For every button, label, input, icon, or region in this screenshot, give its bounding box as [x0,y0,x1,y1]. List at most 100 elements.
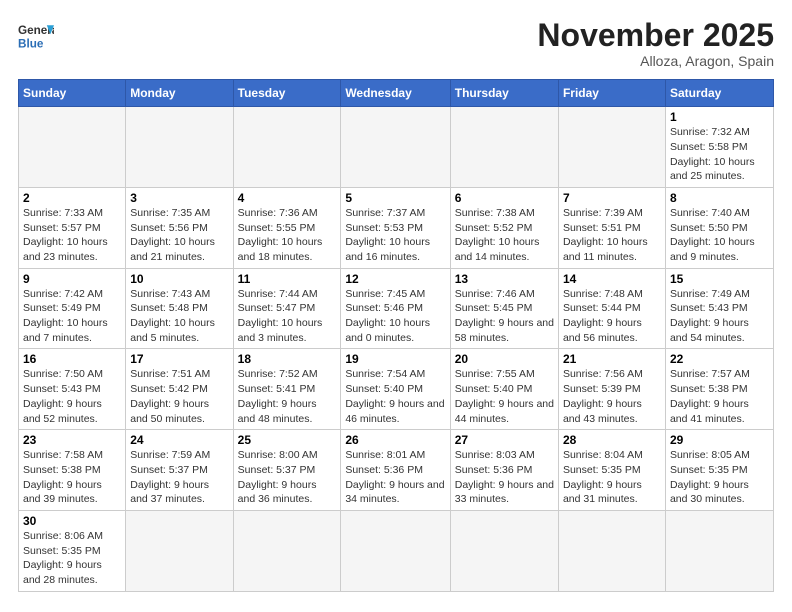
calendar-cell: 6Sunrise: 7:38 AM Sunset: 5:52 PM Daylig… [450,187,558,268]
calendar-cell: 21Sunrise: 7:56 AM Sunset: 5:39 PM Dayli… [558,349,665,430]
day-number: 2 [23,191,121,205]
day-info: Sunrise: 7:39 AM Sunset: 5:51 PM Dayligh… [563,206,661,265]
calendar-cell: 25Sunrise: 8:00 AM Sunset: 5:37 PM Dayli… [233,430,341,511]
calendar-cell [341,510,450,591]
title-block: November 2025 Alloza, Aragon, Spain [537,18,774,69]
calendar-cell: 11Sunrise: 7:44 AM Sunset: 5:47 PM Dayli… [233,268,341,349]
calendar-week-row: 30Sunrise: 8:06 AM Sunset: 5:35 PM Dayli… [19,510,774,591]
day-number: 4 [238,191,337,205]
day-number: 19 [345,352,445,366]
calendar-cell: 16Sunrise: 7:50 AM Sunset: 5:43 PM Dayli… [19,349,126,430]
calendar-cell: 7Sunrise: 7:39 AM Sunset: 5:51 PM Daylig… [558,187,665,268]
page: General Blue November 2025 Alloza, Arago… [0,0,792,612]
calendar-header-row: Sunday Monday Tuesday Wednesday Thursday… [19,80,774,107]
day-info: Sunrise: 7:36 AM Sunset: 5:55 PM Dayligh… [238,206,337,265]
day-number: 9 [23,272,121,286]
day-number: 21 [563,352,661,366]
calendar-cell [233,107,341,188]
day-number: 6 [455,191,554,205]
calendar-cell: 30Sunrise: 8:06 AM Sunset: 5:35 PM Dayli… [19,510,126,591]
calendar-cell [558,510,665,591]
day-info: Sunrise: 7:55 AM Sunset: 5:40 PM Dayligh… [455,367,554,426]
calendar-cell [450,510,558,591]
day-number: 14 [563,272,661,286]
calendar-cell [665,510,773,591]
day-info: Sunrise: 7:33 AM Sunset: 5:57 PM Dayligh… [23,206,121,265]
day-number: 27 [455,433,554,447]
calendar-cell: 24Sunrise: 7:59 AM Sunset: 5:37 PM Dayli… [126,430,233,511]
calendar-cell [450,107,558,188]
day-info: Sunrise: 7:32 AM Sunset: 5:58 PM Dayligh… [670,125,769,184]
day-number: 18 [238,352,337,366]
calendar-week-row: 2Sunrise: 7:33 AM Sunset: 5:57 PM Daylig… [19,187,774,268]
calendar-cell: 10Sunrise: 7:43 AM Sunset: 5:48 PM Dayli… [126,268,233,349]
calendar-week-row: 23Sunrise: 7:58 AM Sunset: 5:38 PM Dayli… [19,430,774,511]
day-number: 15 [670,272,769,286]
day-info: Sunrise: 8:04 AM Sunset: 5:35 PM Dayligh… [563,448,661,507]
calendar-week-row: 16Sunrise: 7:50 AM Sunset: 5:43 PM Dayli… [19,349,774,430]
calendar-subtitle: Alloza, Aragon, Spain [537,53,774,69]
day-number: 3 [130,191,228,205]
calendar-cell [558,107,665,188]
calendar-cell: 20Sunrise: 7:55 AM Sunset: 5:40 PM Dayli… [450,349,558,430]
day-number: 28 [563,433,661,447]
day-info: Sunrise: 7:48 AM Sunset: 5:44 PM Dayligh… [563,287,661,346]
day-number: 11 [238,272,337,286]
calendar-cell: 18Sunrise: 7:52 AM Sunset: 5:41 PM Dayli… [233,349,341,430]
day-number: 26 [345,433,445,447]
day-info: Sunrise: 7:43 AM Sunset: 5:48 PM Dayligh… [130,287,228,346]
day-number: 7 [563,191,661,205]
day-number: 10 [130,272,228,286]
calendar-cell [19,107,126,188]
day-info: Sunrise: 8:03 AM Sunset: 5:36 PM Dayligh… [455,448,554,507]
calendar-cell: 8Sunrise: 7:40 AM Sunset: 5:50 PM Daylig… [665,187,773,268]
header: General Blue November 2025 Alloza, Arago… [18,18,774,69]
col-saturday: Saturday [665,80,773,107]
day-info: Sunrise: 7:42 AM Sunset: 5:49 PM Dayligh… [23,287,121,346]
col-sunday: Sunday [19,80,126,107]
calendar-cell: 5Sunrise: 7:37 AM Sunset: 5:53 PM Daylig… [341,187,450,268]
day-number: 16 [23,352,121,366]
calendar-cell: 22Sunrise: 7:57 AM Sunset: 5:38 PM Dayli… [665,349,773,430]
day-number: 17 [130,352,228,366]
day-info: Sunrise: 7:37 AM Sunset: 5:53 PM Dayligh… [345,206,445,265]
day-number: 22 [670,352,769,366]
calendar-week-row: 1Sunrise: 7:32 AM Sunset: 5:58 PM Daylig… [19,107,774,188]
day-info: Sunrise: 7:50 AM Sunset: 5:43 PM Dayligh… [23,367,121,426]
day-info: Sunrise: 8:06 AM Sunset: 5:35 PM Dayligh… [23,529,121,588]
day-number: 23 [23,433,121,447]
day-number: 8 [670,191,769,205]
calendar-cell: 4Sunrise: 7:36 AM Sunset: 5:55 PM Daylig… [233,187,341,268]
calendar-title: November 2025 [537,18,774,53]
day-info: Sunrise: 7:58 AM Sunset: 5:38 PM Dayligh… [23,448,121,507]
day-number: 24 [130,433,228,447]
calendar-cell [341,107,450,188]
day-info: Sunrise: 7:56 AM Sunset: 5:39 PM Dayligh… [563,367,661,426]
day-info: Sunrise: 7:44 AM Sunset: 5:47 PM Dayligh… [238,287,337,346]
day-info: Sunrise: 7:46 AM Sunset: 5:45 PM Dayligh… [455,287,554,346]
calendar-cell: 2Sunrise: 7:33 AM Sunset: 5:57 PM Daylig… [19,187,126,268]
col-tuesday: Tuesday [233,80,341,107]
day-info: Sunrise: 7:49 AM Sunset: 5:43 PM Dayligh… [670,287,769,346]
day-info: Sunrise: 7:38 AM Sunset: 5:52 PM Dayligh… [455,206,554,265]
calendar-cell: 26Sunrise: 8:01 AM Sunset: 5:36 PM Dayli… [341,430,450,511]
day-number: 12 [345,272,445,286]
day-info: Sunrise: 7:54 AM Sunset: 5:40 PM Dayligh… [345,367,445,426]
calendar-week-row: 9Sunrise: 7:42 AM Sunset: 5:49 PM Daylig… [19,268,774,349]
day-info: Sunrise: 8:05 AM Sunset: 5:35 PM Dayligh… [670,448,769,507]
day-number: 13 [455,272,554,286]
logo: General Blue [18,18,54,54]
calendar-cell: 1Sunrise: 7:32 AM Sunset: 5:58 PM Daylig… [665,107,773,188]
col-friday: Friday [558,80,665,107]
day-info: Sunrise: 7:59 AM Sunset: 5:37 PM Dayligh… [130,448,228,507]
calendar-table: Sunday Monday Tuesday Wednesday Thursday… [18,79,774,592]
day-number: 1 [670,110,769,124]
day-info: Sunrise: 7:51 AM Sunset: 5:42 PM Dayligh… [130,367,228,426]
calendar-cell: 19Sunrise: 7:54 AM Sunset: 5:40 PM Dayli… [341,349,450,430]
day-info: Sunrise: 7:52 AM Sunset: 5:41 PM Dayligh… [238,367,337,426]
day-number: 20 [455,352,554,366]
calendar-cell: 27Sunrise: 8:03 AM Sunset: 5:36 PM Dayli… [450,430,558,511]
day-info: Sunrise: 8:01 AM Sunset: 5:36 PM Dayligh… [345,448,445,507]
calendar-cell [126,510,233,591]
day-info: Sunrise: 7:40 AM Sunset: 5:50 PM Dayligh… [670,206,769,265]
